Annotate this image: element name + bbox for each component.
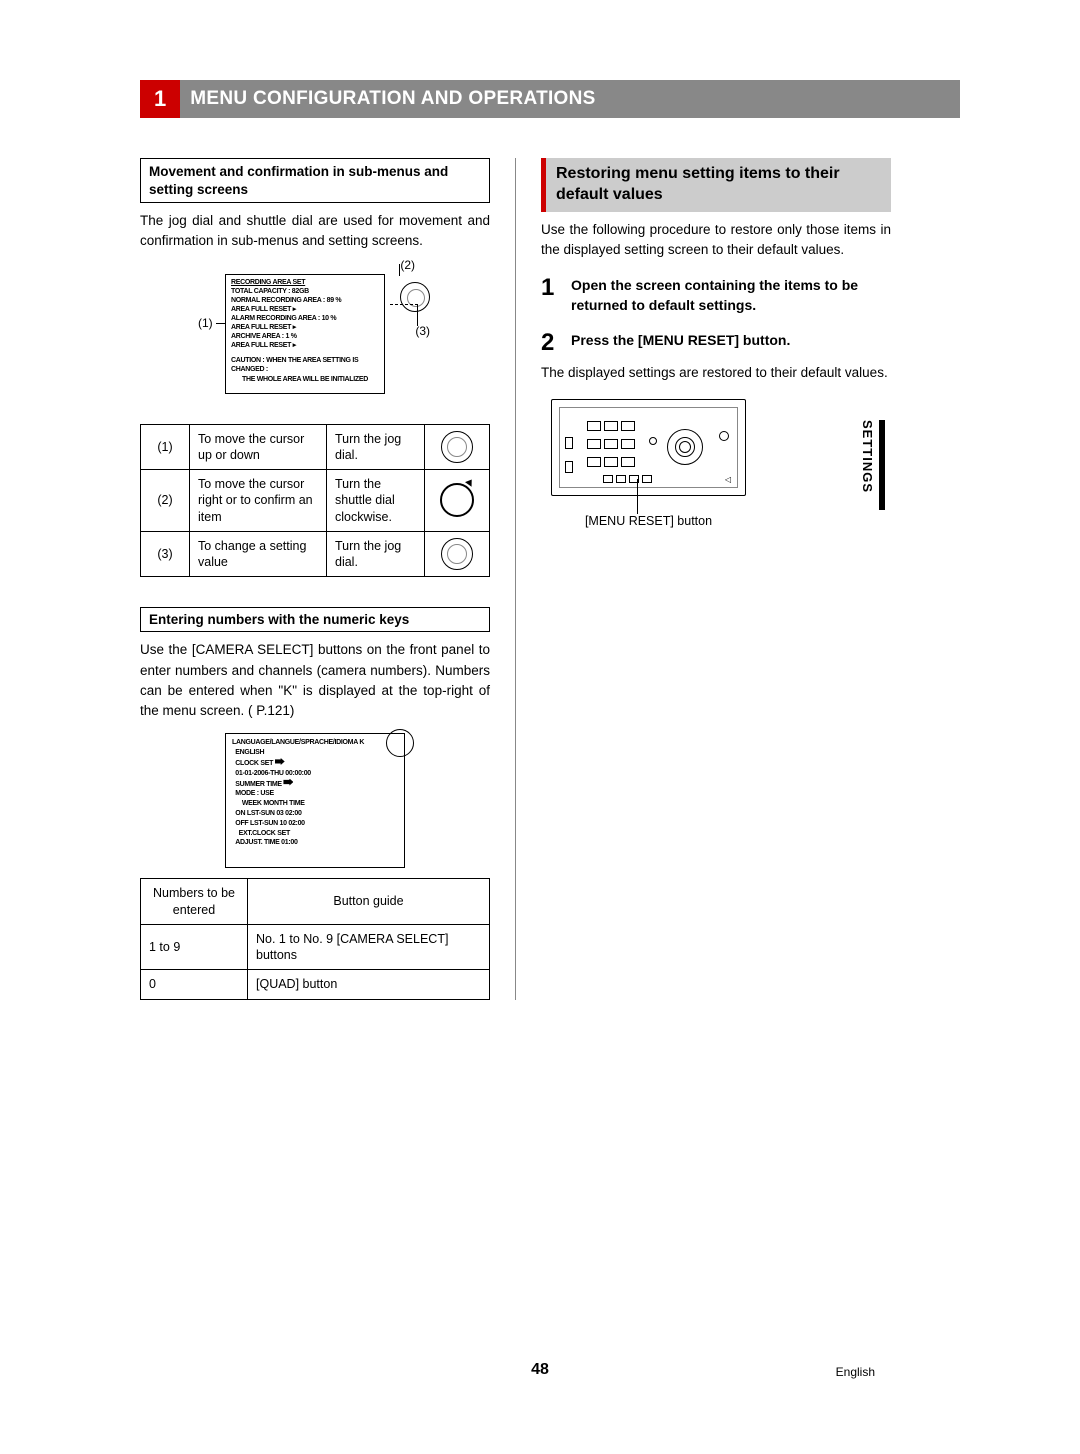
language-label: English (836, 1365, 875, 1379)
step-text: Open the screen containing the items to … (571, 276, 891, 315)
chapter-header: 1 MENU CONFIGURATION AND OPERATIONS (140, 80, 960, 118)
tab-marker (879, 420, 885, 510)
osd-diagram-2: LANGUAGE/LANGUE/SPRACHE/IDIOMA K ENGLISH… (225, 733, 405, 868)
k-indicator-circle (386, 729, 414, 757)
paragraph: The displayed settings are restored to t… (541, 363, 891, 383)
section-title-restore: Restoring menu setting items to their de… (541, 158, 891, 212)
osd-diagram-1: RECORDING AREA SET TOTAL CAPACITY : 82GB… (200, 264, 430, 404)
callout-3: (3) (415, 324, 430, 338)
step-1: 1 Open the screen containing the items t… (541, 276, 891, 315)
device-caption: [MENU RESET] button (551, 514, 746, 528)
numeric-keys-table: Numbers to be entered Button guide 1 to … (140, 878, 490, 999)
jog-icon (441, 538, 473, 570)
callout-2: (2) (400, 258, 415, 272)
step-number: 1 (541, 276, 561, 315)
chapter-number: 1 (140, 80, 180, 118)
page-number: 48 (0, 1361, 1080, 1379)
box-title-numeric: Entering numbers with the numeric keys (140, 607, 490, 632)
jog-icon (441, 431, 473, 463)
shuttle-icon (440, 483, 474, 517)
jog-dial-icon (400, 282, 430, 312)
device-front-panel: ◁ (551, 399, 746, 509)
step-2: 2 Press the [MENU RESET] button. (541, 331, 891, 355)
paragraph: Use the [CAMERA SELECT] buttons on the f… (140, 640, 490, 721)
chapter-title: MENU CONFIGURATION AND OPERATIONS (180, 88, 595, 110)
box-title-movement: Movement and confirmation in sub-menus a… (140, 158, 490, 203)
paragraph: The jog dial and shuttle dial are used f… (140, 211, 490, 252)
arrow-icon (283, 779, 293, 786)
side-tab-label: SETTINGS (860, 420, 875, 493)
step-text: Press the [MENU RESET] button. (571, 331, 790, 355)
jog-shuttle-table: (1) To move the cursor up or down Turn t… (140, 424, 490, 578)
callout-1: (1) (198, 316, 213, 330)
paragraph: Use the following procedure to restore o… (541, 220, 891, 261)
step-number: 2 (541, 331, 561, 355)
arrow-icon (275, 758, 285, 765)
